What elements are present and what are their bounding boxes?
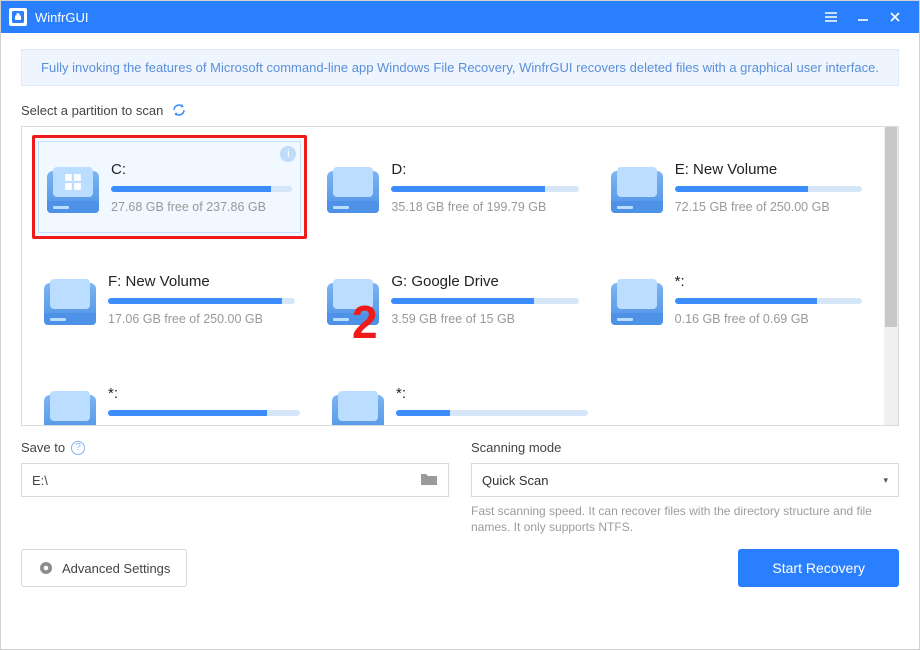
drive-icon [611, 161, 663, 213]
partition-list: iC: 27.68 GB free of 237.86 GB D: 35.18 GB … [22, 127, 884, 425]
partition-free-text: 17.06 GB free of 250.00 GB [108, 312, 295, 326]
partition-card[interactable]: D: 35.18 GB free of 199.79 GB [315, 135, 590, 239]
partition-free-text: 0.16 GB free of 0.69 GB [675, 312, 862, 326]
section-label: Select a partition to scan [21, 102, 899, 118]
drive-icon [611, 273, 663, 325]
gear-icon [38, 560, 54, 576]
partition-label: F: New Volume [108, 273, 295, 290]
info-banner: Fully invoking the features of Microsoft… [21, 49, 899, 86]
minimize-button[interactable] [847, 1, 879, 33]
save-to-input[interactable] [32, 473, 420, 488]
partition-label: *: [675, 273, 862, 290]
partition-label: *: [108, 385, 300, 402]
partition-list-container: iC: 27.68 GB free of 237.86 GB D: 35.18 GB … [21, 126, 899, 426]
footer: Advanced Settings Start Recovery [21, 549, 899, 587]
advanced-settings-button[interactable]: Advanced Settings [21, 549, 187, 587]
section-label-text: Select a partition to scan [21, 103, 163, 118]
close-button[interactable] [879, 1, 911, 33]
save-to-section: Save to ? [21, 440, 449, 535]
start-recovery-label: Start Recovery [772, 560, 865, 576]
scan-mode-section: Scanning mode Quick Scan ▾ Fast scanning… [471, 440, 899, 535]
partition-card[interactable]: E: New Volume 72.15 GB free of 250.00 GB [599, 135, 874, 239]
partition-free-text: 27.68 GB free of 237.86 GB [111, 200, 292, 214]
help-icon[interactable]: ? [71, 441, 85, 455]
partition-free-text: 84.20 MB free of 0.50 GB [108, 424, 300, 427]
menu-button[interactable] [815, 1, 847, 33]
drive-icon [44, 385, 96, 426]
app-icon [9, 8, 27, 26]
scan-mode-label: Scanning mode [471, 440, 561, 455]
scan-mode-value: Quick Scan [482, 473, 548, 488]
chevron-down-icon: ▾ [883, 475, 888, 486]
partition-card[interactable]: iC: 27.68 GB free of 237.86 GB [32, 135, 307, 239]
scan-mode-hint: Fast scanning speed. It can recover file… [471, 503, 899, 535]
partition-free-text: 35.18 GB free of 199.79 GB [391, 200, 578, 214]
drive-icon [332, 385, 384, 426]
bottom-row: Save to ? Scanning mode Quick Scan ▾ Fas… [21, 440, 899, 535]
partition-free-text: 72.15 GB free of 250.00 GB [675, 200, 862, 214]
folder-icon[interactable] [420, 471, 438, 490]
advanced-settings-label: Advanced Settings [62, 561, 170, 576]
partition-label: E: New Volume [675, 161, 862, 178]
scrollbar[interactable] [884, 127, 898, 425]
save-to-input-wrap[interactable] [21, 463, 449, 497]
partition-card[interactable]: *: 69.43 MB free of 96 MB [320, 359, 600, 426]
drive-icon [47, 161, 99, 213]
save-to-label: Save to [21, 440, 65, 455]
partition-free-text: 69.43 MB free of 96 MB [396, 424, 588, 427]
partition-label: D: [391, 161, 578, 178]
drive-icon [327, 273, 379, 325]
scrollbar-thumb[interactable] [885, 127, 897, 327]
partition-label: G: Google Drive [391, 273, 578, 290]
titlebar: WinfrGUI [1, 1, 919, 33]
partition-card[interactable]: G: Google Drive 3.59 GB free of 15 GB [315, 247, 590, 351]
app-title: WinfrGUI [35, 10, 815, 25]
app-window: WinfrGUI Fully invoking the features of … [0, 0, 920, 650]
partition-free-text: 3.59 GB free of 15 GB [391, 312, 578, 326]
partition-card[interactable]: *: 0.16 GB free of 0.69 GB [599, 247, 874, 351]
drive-icon [327, 161, 379, 213]
partition-label: C: [111, 161, 292, 178]
scan-mode-select[interactable]: Quick Scan ▾ [471, 463, 899, 497]
partition-card[interactable]: F: New Volume 17.06 GB free of 250.00 GB [32, 247, 307, 351]
partition-label: *: [396, 385, 588, 402]
partition-card[interactable]: *: 84.20 MB free of 0.50 GB [32, 359, 312, 426]
drive-icon [44, 273, 96, 325]
refresh-icon[interactable] [171, 102, 187, 118]
info-icon[interactable]: i [280, 146, 296, 162]
start-recovery-button[interactable]: Start Recovery [738, 549, 899, 587]
